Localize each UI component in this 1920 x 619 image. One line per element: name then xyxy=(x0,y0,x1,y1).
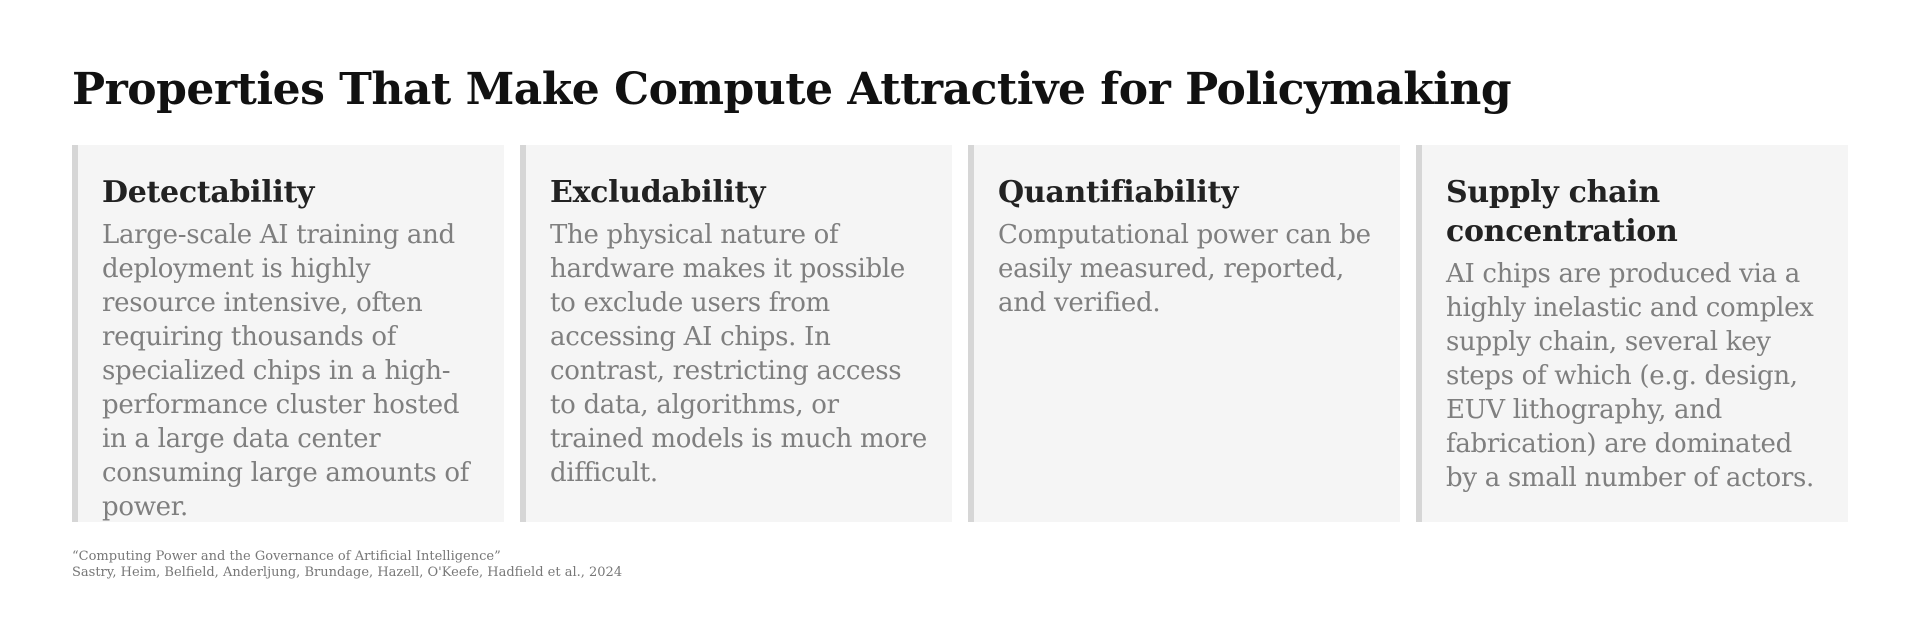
card-supply-chain-concentration: Supply chain concentration AI chips are … xyxy=(1416,145,1848,522)
card-heading: Quantifiability xyxy=(998,175,1239,210)
page-title: Properties That Make Compute Attractive … xyxy=(72,64,1512,115)
card-heading: Excludability xyxy=(550,175,766,210)
citation-work-title: “Computing Power and the Governance of A… xyxy=(72,549,501,564)
card-heading: Detectability xyxy=(102,175,315,210)
card-body: Computational power can be easily measur… xyxy=(998,220,1371,318)
property-cards: Detectability Large-scale AI training an… xyxy=(72,145,1848,522)
card-detectability: Detectability Large-scale AI training an… xyxy=(72,145,504,522)
card-heading: Supply chain concentration xyxy=(1446,175,1678,249)
citation-authors: Sastry, Heim, Belfield, Anderljung, Brun… xyxy=(72,565,623,580)
card-body: Large-scale AI training and deployment i… xyxy=(102,220,470,522)
page: Properties That Make Compute Attractive … xyxy=(72,60,1848,522)
citation: “Computing Power and the Governance of A… xyxy=(72,549,622,581)
card-body: The physical nature of hardware makes it… xyxy=(550,220,927,488)
card-quantifiability: Quantifiability Computational power can … xyxy=(968,145,1400,522)
card-excludability: Excludability The physical nature of har… xyxy=(520,145,952,522)
card-body: AI chips are produced via a highly inela… xyxy=(1446,259,1814,493)
